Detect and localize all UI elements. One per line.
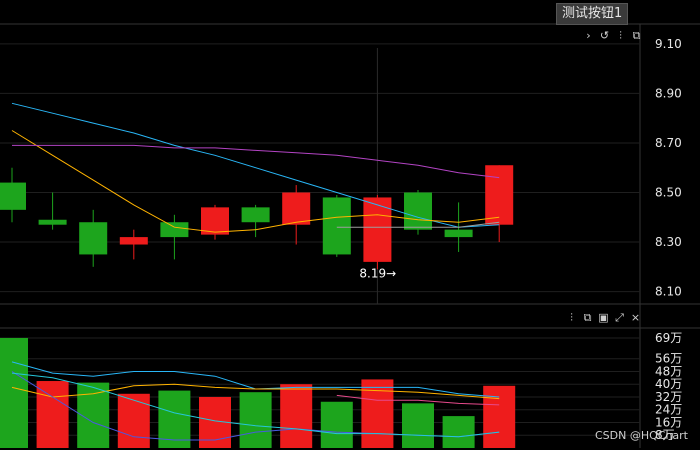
low-price-annotation: 8.19→	[359, 266, 396, 280]
indicator-settings-icon[interactable]: ⫶	[614, 29, 627, 42]
price-tick-label: 8.70	[655, 136, 682, 150]
kline-chart[interactable]: 9.108.908.708.508.308.1069万56万48万40万32万2…	[0, 0, 700, 450]
refresh-icon[interactable]: ↺	[598, 29, 611, 42]
volume-bar	[117, 393, 150, 448]
candle-body	[485, 165, 514, 225]
volume-bar	[239, 392, 272, 448]
indicator-settings-icon[interactable]: ⫶	[565, 311, 578, 324]
close-icon[interactable]: ×	[629, 311, 642, 324]
volume-bar	[483, 385, 516, 448]
candle-body	[38, 219, 67, 225]
candle-body	[119, 237, 148, 245]
custom-test-button[interactable]: 测试按钮1	[556, 3, 629, 25]
volume-bar	[0, 337, 28, 448]
price-ma-line	[12, 144, 500, 179]
copy-icon[interactable]: ⧉	[630, 29, 643, 42]
candle-body	[241, 207, 270, 223]
candle-body	[322, 197, 351, 255]
candle-body	[0, 182, 26, 210]
watermark: CSDN @HQChart	[594, 429, 688, 442]
volume-bar	[402, 403, 434, 448]
price-tick-label: 8.10	[655, 285, 682, 299]
volume-bar	[442, 416, 475, 448]
price-tick-label: 8.30	[655, 235, 682, 249]
price-tick-label: 9.10	[655, 37, 682, 51]
candle-body	[444, 229, 473, 238]
candle-body	[79, 222, 108, 255]
save-icon[interactable]: ▣	[597, 311, 610, 324]
copy-icon[interactable]: ⧉	[581, 311, 594, 324]
volume-panel-toolbar: ⫶ ⧉ ▣ ⤢ ×	[565, 311, 642, 324]
candle-body	[404, 192, 432, 230]
price-tick-label: 8.90	[655, 86, 682, 100]
volume-bar	[280, 384, 313, 448]
candle-body	[282, 192, 311, 225]
volume-tick-label: 69万	[655, 331, 682, 345]
candle-body	[363, 197, 392, 262]
volume-bar	[36, 381, 69, 448]
price-tick-label: 8.50	[655, 185, 682, 199]
candle-body	[160, 222, 189, 238]
chevron-right-icon[interactable]: ›	[582, 29, 595, 42]
volume-bar	[320, 401, 353, 448]
maximize-icon[interactable]: ⤢	[613, 311, 626, 324]
main-panel-toolbar: › ↺ ⫶ ⧉	[582, 29, 643, 42]
